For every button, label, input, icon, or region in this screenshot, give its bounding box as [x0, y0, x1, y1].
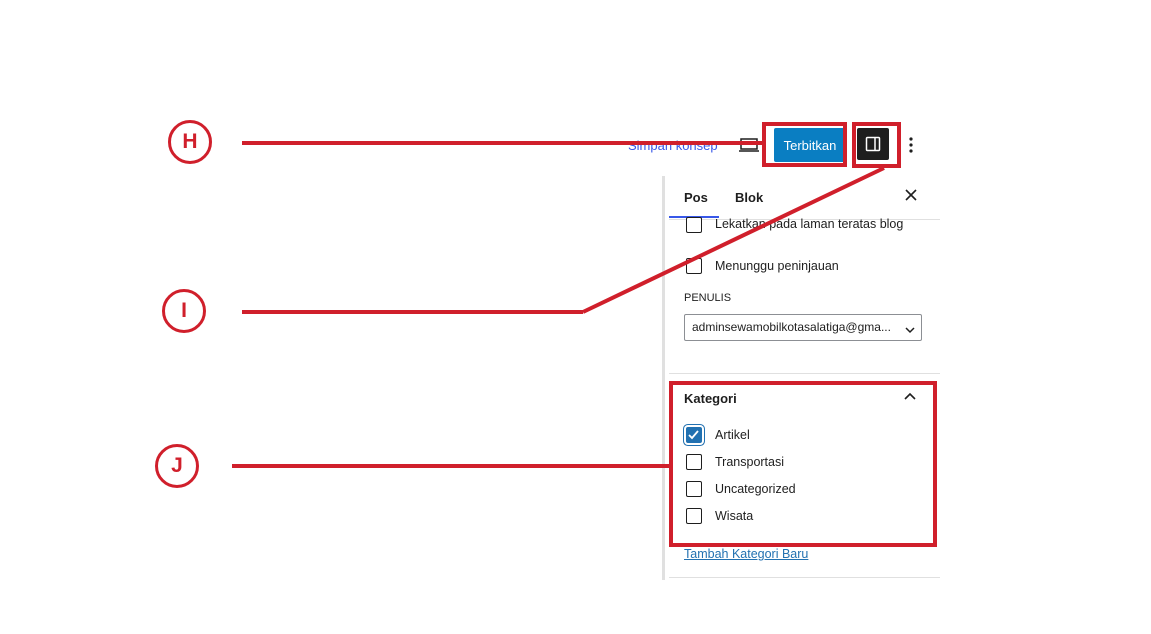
annotation-box-publish — [762, 122, 847, 167]
save-draft-link[interactable]: Simpan konsep — [628, 138, 718, 153]
preview-icon[interactable] — [738, 136, 760, 154]
panel-divider — [669, 373, 940, 374]
annotation-box-categories — [669, 381, 937, 547]
annotation-marker-h: H — [168, 120, 212, 164]
close-sidebar-button[interactable] — [903, 187, 919, 203]
author-section-label: PENULIS — [684, 292, 732, 304]
annotation-marker-j: J — [155, 444, 199, 488]
sticky-label: Lekatkan pada laman teratas blog — [715, 217, 904, 231]
tab-blok[interactable]: Blok — [735, 190, 763, 205]
close-icon — [905, 189, 917, 201]
more-options-button[interactable] — [903, 134, 919, 156]
sidebar-edge — [662, 176, 665, 580]
sticky-checkbox[interactable] — [686, 217, 702, 233]
pending-review-checkbox[interactable] — [686, 258, 702, 274]
chevron-down-icon — [904, 322, 916, 334]
pending-review-label: Menunggu peninjauan — [715, 259, 839, 273]
add-new-category-link[interactable]: Tambah Kategori Baru — [684, 547, 808, 561]
annotation-marker-i: I — [162, 289, 206, 333]
author-selected-value: adminsewamobilkotasalatiga@gma... — [692, 320, 891, 334]
tab-pos[interactable]: Pos — [684, 190, 708, 205]
more-vertical-icon — [909, 137, 913, 153]
panel-divider-bottom — [669, 577, 940, 578]
annotation-box-settings — [852, 122, 901, 168]
